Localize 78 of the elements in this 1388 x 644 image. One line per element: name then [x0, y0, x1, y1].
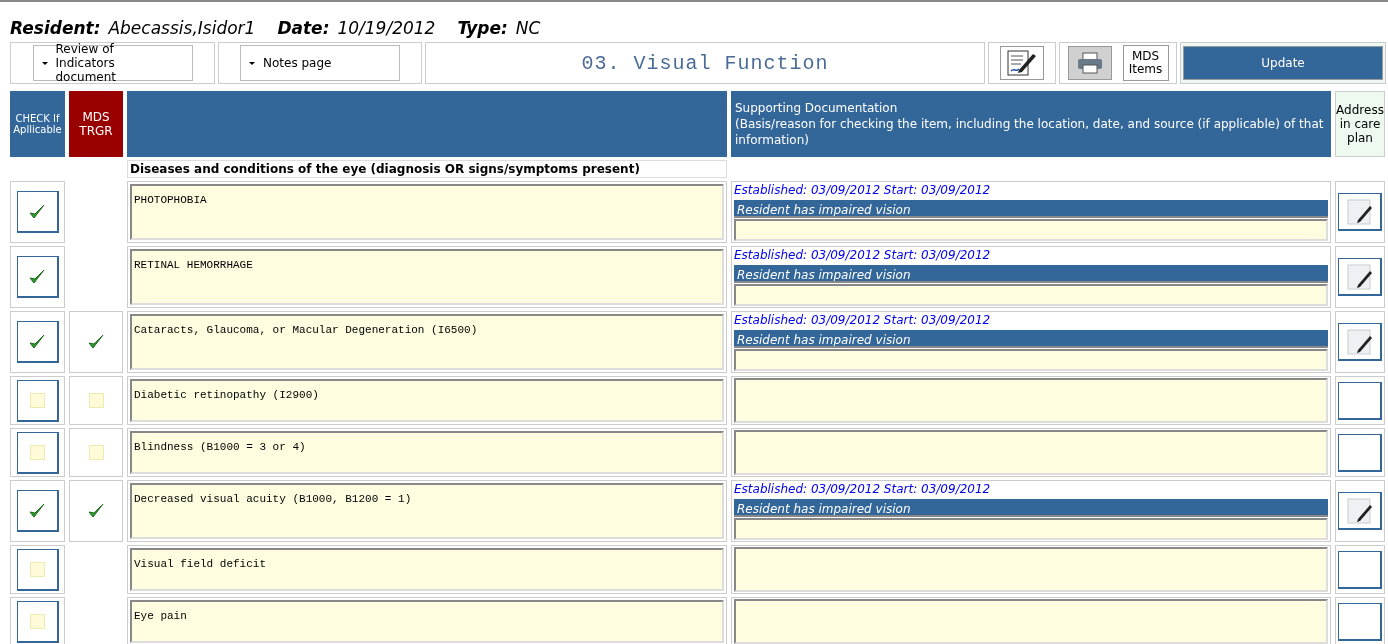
empty-box-icon [88, 393, 104, 408]
empty-box-icon [88, 445, 104, 460]
empty-box-icon [29, 561, 45, 577]
care-plan-button[interactable] [1338, 193, 1382, 231]
checkmark-icon [28, 267, 46, 286]
reason-entry[interactable]: Resident has impaired vision [734, 499, 1328, 517]
empty-box-icon [29, 392, 45, 408]
checkmark-icon [28, 501, 46, 520]
documentation-column-header: Supporting Documentation (Basis/reason for checking the item, including the location, date, and source (if applicable) of that information) [731, 91, 1331, 157]
care-plan-button[interactable] [1338, 323, 1382, 361]
reason-entry[interactable]: Resident has impaired vision [734, 265, 1328, 283]
documentation-field[interactable] [734, 430, 1328, 475]
checkbox[interactable] [16, 256, 59, 298]
reason-entry[interactable]: Resident has impaired vision [734, 330, 1328, 348]
group-title: Diseases and conditions of the eye (diagnosis OR signs/symptoms present) [127, 160, 727, 178]
care-plan-button[interactable] [1338, 433, 1382, 472]
documentation-field[interactable] [734, 219, 1328, 241]
resident-label: Resident: [10, 18, 101, 38]
item-text-field[interactable]: RETINAL HEMORRHAGE [130, 249, 724, 305]
item-text-field[interactable]: Diabetic retinopathy (I2900) [130, 379, 724, 422]
checkmark-icon [87, 333, 105, 351]
checkbox[interactable] [16, 431, 59, 474]
documentation-field[interactable] [734, 378, 1328, 423]
checkbox[interactable] [16, 191, 59, 233]
established-dates: Established: 03/09/2012 Start: 03/09/2012 [734, 313, 992, 329]
established-dates: Established: 03/09/2012 Start: 03/09/2012 [734, 482, 992, 498]
item-text-field[interactable]: Cataracts, Glaucoma, or Macular Degeneration (I6500) [130, 314, 724, 370]
care-plan-button[interactable] [1338, 550, 1382, 589]
care-plan-button[interactable] [1338, 381, 1382, 420]
printer-icon [1075, 51, 1104, 75]
care-plan-button[interactable] [1338, 492, 1382, 530]
update-button[interactable]: Update [1183, 46, 1383, 80]
date-value: 10/19/2012 [337, 18, 436, 38]
checkbox[interactable] [16, 548, 59, 591]
checkmark-icon [87, 502, 105, 520]
notes-menu-button[interactable]: Notes page [240, 45, 400, 81]
reason-entry[interactable]: Resident has impaired vision [734, 200, 1328, 218]
type-label: Type: [457, 18, 508, 38]
documentation-field[interactable] [734, 284, 1328, 306]
checkmark-icon [28, 202, 46, 221]
established-dates: Established: 03/09/2012 Start: 03/09/2012 [734, 248, 992, 264]
pen-icon [1344, 261, 1375, 292]
item-text-field[interactable]: PHOTOPHOBIA [130, 184, 724, 240]
pen-icon [1344, 495, 1375, 526]
caret-icon [249, 61, 255, 65]
caret-icon [41, 61, 48, 65]
checkbox[interactable] [16, 600, 59, 643]
check-column-header: CHECK If Apllicable [10, 91, 65, 157]
checkbox[interactable] [16, 379, 59, 422]
item-text-field[interactable]: Eye pain [130, 600, 724, 643]
empty-box-icon [29, 613, 45, 629]
mds-items-button[interactable]: MDS Items [1122, 45, 1169, 81]
empty-box-icon [29, 444, 45, 460]
pen-icon [1344, 326, 1375, 357]
type-value: NC [515, 18, 541, 38]
item-text-field[interactable]: Blindness (B1000 = 3 or 4) [130, 431, 724, 474]
documentation-field[interactable] [734, 547, 1328, 592]
documentation-field[interactable] [734, 518, 1328, 540]
signed-document-icon [1005, 49, 1039, 77]
documentation-field[interactable] [734, 599, 1328, 644]
care-plan-button[interactable] [1338, 258, 1382, 296]
trigger-column-header: MDS TRGR [69, 91, 123, 157]
sign-document-button[interactable] [1000, 46, 1044, 80]
resident-name: Abecassis,Isidor1 [108, 18, 256, 38]
established-dates: Established: 03/09/2012 Start: 03/09/2012 [734, 183, 992, 199]
checkbox[interactable] [16, 490, 59, 532]
checkmark-icon [28, 332, 46, 351]
date-label: Date: [277, 18, 330, 38]
pen-icon [1344, 196, 1375, 227]
checkbox[interactable] [16, 321, 59, 363]
item-text-field[interactable]: Decreased visual acuity (B1000, B1200 = 1) [130, 483, 724, 539]
care-plan-button[interactable] [1338, 602, 1382, 641]
section-title: 03. Visual Function [425, 42, 985, 84]
item-text-field[interactable]: Visual field deficit [130, 548, 724, 591]
documentation-field[interactable] [734, 349, 1328, 371]
care-plan-column-header: Address in care plan [1335, 91, 1385, 157]
review-menu-button[interactable]: Review of Indicators document [32, 45, 193, 81]
print-button[interactable] [1067, 46, 1112, 80]
